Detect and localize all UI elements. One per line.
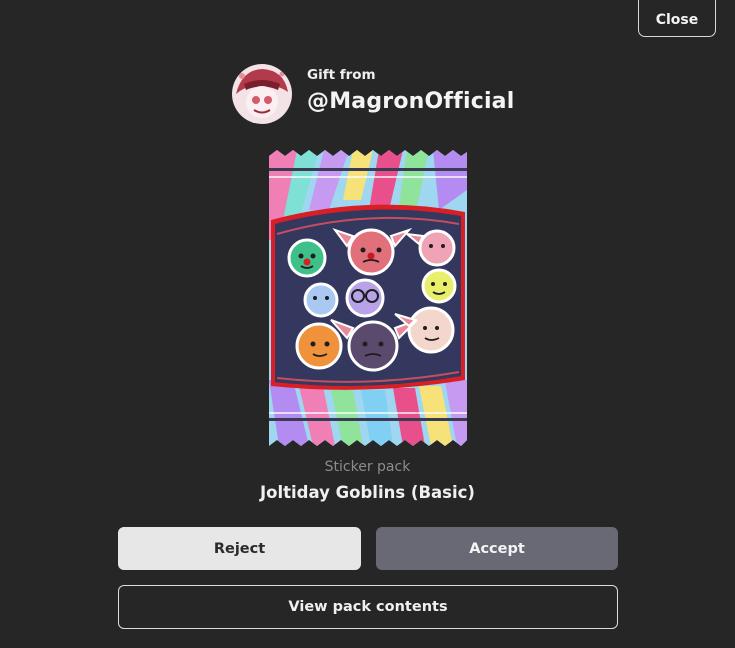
- sticker-pack-image: [269, 150, 467, 446]
- gift-dialog: Close Gift from @MagronOfficial Sticker …: [0, 0, 735, 648]
- reject-button[interactable]: Reject: [118, 527, 361, 570]
- sender-avatar: [232, 64, 292, 124]
- pack-kind-label: Sticker pack: [324, 459, 411, 475]
- close-button[interactable]: Close: [638, 0, 716, 37]
- gift-from-label: Gift from: [307, 67, 376, 83]
- view-pack-contents-button[interactable]: View pack contents: [118, 585, 618, 629]
- sender-name: @MagronOfficial: [307, 89, 515, 114]
- accept-button[interactable]: Accept: [376, 527, 618, 570]
- pack-name: Joltiday Goblins (Basic): [260, 483, 475, 502]
